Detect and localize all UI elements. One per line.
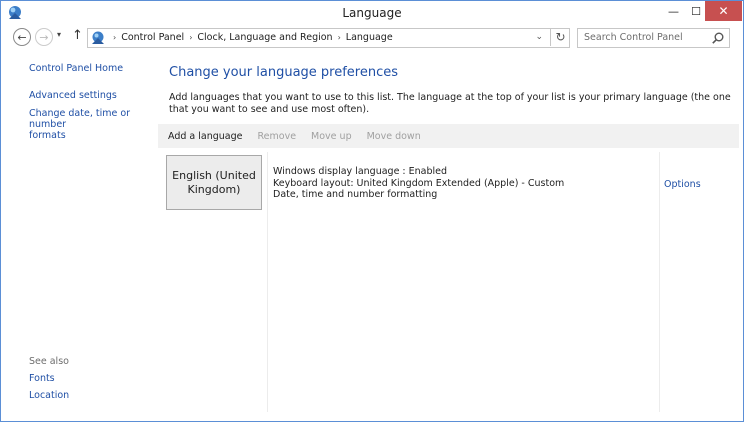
up-button[interactable]: ↑ — [72, 28, 83, 43]
language-window: Language — ☐ ✕ ← → ▾ ↑ › Control Panel ›… — [0, 0, 744, 422]
breadcrumb-separator-icon[interactable]: › — [189, 33, 192, 42]
page-title: Change your language preferences — [169, 65, 399, 80]
left-navigation-pane: Control Panel Home Advanced settings Cha… — [2, 51, 158, 413]
language-toolbar: Add a language Remove Move up Move down — [158, 124, 739, 148]
breadcrumb-separator-icon[interactable]: › — [338, 33, 341, 42]
move-up-button[interactable]: Move up — [311, 131, 352, 142]
search-placeholder: Search Control Panel — [584, 32, 683, 43]
control-panel-icon — [92, 31, 104, 44]
search-icon[interactable] — [711, 31, 725, 45]
move-down-button[interactable]: Move down — [367, 131, 421, 142]
breadcrumb: › Control Panel › Clock, Language and Re… — [108, 32, 393, 43]
breadcrumb-separator-icon[interactable]: › — [113, 33, 116, 42]
main-content: Change your language preferences Add lan… — [158, 51, 742, 415]
page-description: Add languages that you want to use to th… — [169, 92, 731, 115]
keyboard-layout-info: Keyboard layout: United Kingdom Extended… — [273, 178, 565, 189]
change-date-link-line2: formats — [29, 130, 66, 141]
forward-button[interactable]: → — [35, 28, 53, 46]
formatting-info: Date, time and number formatting — [273, 189, 438, 200]
column-divider — [659, 152, 660, 412]
remove-button[interactable]: Remove — [257, 131, 296, 142]
fonts-link[interactable]: Fonts — [29, 373, 55, 384]
back-button[interactable]: ← — [13, 28, 31, 46]
breadcrumb-clock-language-region[interactable]: Clock, Language and Region — [197, 32, 332, 43]
recent-locations-chevron-icon[interactable]: ▾ — [57, 30, 61, 39]
language-tile-english-uk[interactable]: English (United Kingdom) — [166, 155, 262, 210]
search-input[interactable]: Search Control Panel — [577, 28, 730, 48]
change-date-link-line1: Change date, time or number — [29, 108, 131, 130]
display-language-status: Windows display language : Enabled — [273, 166, 448, 177]
add-language-button[interactable]: Add a language — [168, 131, 242, 142]
change-date-time-formats-link[interactable]: Change date, time or number formats — [29, 108, 158, 141]
advanced-settings-link[interactable]: Advanced settings — [29, 90, 117, 101]
navigation-bar: ← → ▾ ↑ › Control Panel › Clock, Languag… — [1, 27, 743, 49]
address-dropdown-chevron-icon[interactable]: ⌄ — [535, 32, 543, 42]
language-list: English (United Kingdom) Windows display… — [158, 152, 739, 412]
title-bar: Language — ☐ ✕ — [1, 1, 743, 26]
language-name-line1: English (United — [172, 168, 256, 182]
see-also-label: See also — [29, 356, 69, 367]
location-link[interactable]: Location — [29, 390, 69, 401]
maximize-button[interactable]: ☐ — [687, 1, 705, 21]
language-name-line2: Kingdom) — [187, 182, 241, 196]
window-title: Language — [342, 6, 402, 20]
breadcrumb-language[interactable]: Language — [346, 32, 393, 43]
address-bar[interactable]: › Control Panel › Clock, Language and Re… — [87, 28, 570, 48]
breadcrumb-control-panel[interactable]: Control Panel — [121, 32, 184, 43]
column-divider — [267, 152, 268, 412]
refresh-button[interactable]: ↻ — [550, 28, 570, 46]
options-link[interactable]: Options — [664, 179, 701, 190]
minimize-button[interactable]: — — [660, 1, 687, 21]
control-panel-home-link[interactable]: Control Panel Home — [29, 63, 123, 74]
close-button[interactable]: ✕ — [705, 1, 742, 21]
